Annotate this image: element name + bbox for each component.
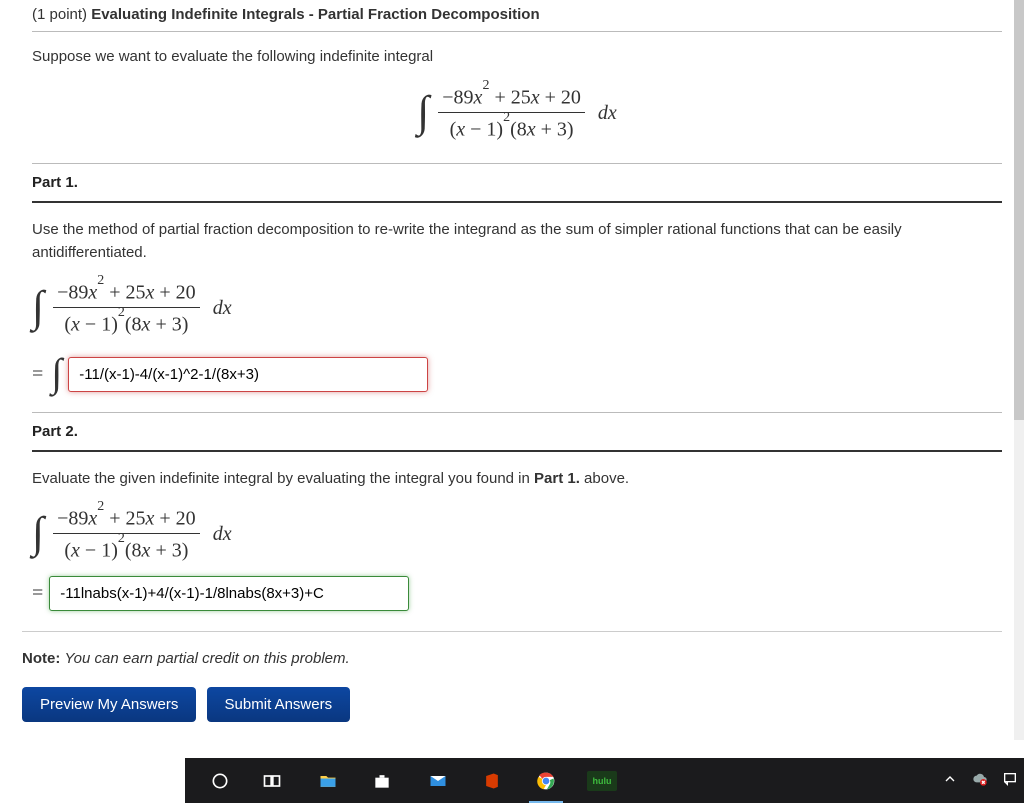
- problem-title: Evaluating Indefinite Integrals - Partia…: [91, 6, 539, 23]
- hulu-icon[interactable]: hulu: [577, 758, 627, 803]
- intro-text: Suppose we want to evaluate the followin…: [32, 32, 1002, 75]
- integral-sign-icon: ∫: [417, 86, 429, 137]
- integral-fraction: −89x2 + 25x + 20 (x − 1)2(8x + 3): [53, 506, 200, 562]
- points-label: (1 point): [32, 6, 91, 23]
- part2-integral-display: ∫ −89x2 + 25x + 20 (x − 1)2(8x + 3) dx: [32, 496, 1002, 570]
- dx-label: dx: [213, 297, 232, 319]
- mail-icon[interactable]: [413, 758, 463, 803]
- part2-answer-input[interactable]: [49, 576, 409, 611]
- part1-answer-input[interactable]: [68, 357, 428, 392]
- tray-chevron-up-icon[interactable]: [942, 771, 958, 791]
- button-row: Preview My Answers Submit Answers: [22, 677, 1002, 742]
- integral-sign-icon: ∫: [32, 281, 44, 332]
- main-integral-display: ∫ −89x2 + 25x + 20 (x − 1)2(8x + 3) dx: [32, 75, 1002, 161]
- chrome-icon[interactable]: [521, 758, 571, 803]
- equals-sign: =: [32, 582, 43, 605]
- cortana-icon[interactable]: [195, 758, 245, 803]
- action-center-icon[interactable]: [1002, 771, 1018, 791]
- vertical-scrollbar-track[interactable]: [1014, 0, 1024, 740]
- vertical-scrollbar-thumb[interactable]: [1014, 0, 1024, 420]
- integral-fraction: −89x2 + 25x + 20 (x − 1)2(8x + 3): [438, 85, 585, 141]
- integral-fraction: −89x2 + 25x + 20 (x − 1)2(8x + 3): [53, 280, 200, 336]
- preview-answers-button[interactable]: Preview My Answers: [22, 687, 196, 722]
- part1-answer-row: = ∫: [32, 345, 1002, 410]
- part2-header: Part 2.: [32, 412, 1002, 452]
- note-text: You can earn partial credit on this prob…: [65, 650, 350, 667]
- onedrive-error-icon[interactable]: [972, 771, 988, 791]
- file-explorer-icon[interactable]: [303, 758, 353, 803]
- dx-label: dx: [213, 523, 232, 545]
- equals-sign: =: [32, 363, 43, 386]
- microsoft-store-icon[interactable]: [357, 758, 407, 803]
- part1-integral-display: ∫ −89x2 + 25x + 20 (x − 1)2(8x + 3) dx: [32, 270, 1002, 344]
- submit-answers-button[interactable]: Submit Answers: [207, 687, 351, 722]
- part1-header: Part 1.: [32, 163, 1002, 203]
- integral-sign-icon: ∫: [32, 507, 44, 558]
- taskbar-left-gap: [0, 758, 185, 803]
- part2-answer-row: =: [32, 570, 1002, 623]
- part2-instructions: Evaluate the given indefinite integral b…: [32, 452, 1002, 497]
- part1-reference: Part 1.: [534, 470, 580, 487]
- part1-instructions: Use the method of partial fraction decom…: [32, 203, 1002, 270]
- problem-header: (1 point) Evaluating Indefinite Integral…: [32, 0, 1002, 32]
- system-tray: [942, 758, 1018, 803]
- note-label: Note:: [22, 650, 65, 667]
- windows-taskbar: hulu: [185, 758, 1024, 803]
- task-view-icon[interactable]: [247, 758, 297, 803]
- note-row: Note: You can earn partial credit on thi…: [22, 631, 1002, 677]
- integral-sign-icon: ∫: [51, 349, 62, 396]
- dx-label: dx: [598, 102, 617, 124]
- office-icon[interactable]: [467, 758, 517, 803]
